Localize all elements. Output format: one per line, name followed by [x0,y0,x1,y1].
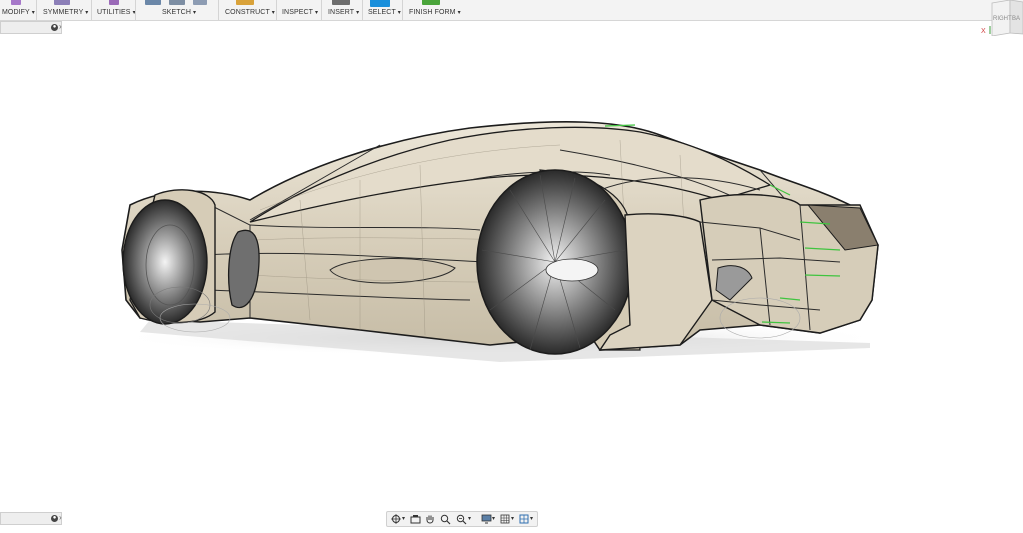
sketch-menu[interactable]: SKETCH ▾ [137,0,215,20]
toolbar-divider [91,0,92,20]
symmetry-menu[interactable]: SYMMETRY ▾ [38,0,90,20]
navigation-bar: ▾ ▾ ▾ ▾ ▾ [386,511,538,527]
modify-menu[interactable]: MODIFY ▾ [0,0,36,20]
sketch-label: SKETCH [162,9,191,16]
finish-form-label: FINISH FORM [409,9,456,16]
sketch-icon [145,0,161,5]
insert-label: INSERT [328,9,355,16]
utilities-label: UTILITIES [97,9,131,16]
zoom-dropdown-icon[interactable]: ▾ [468,515,471,522]
construct-label: CONSTRUCT [225,9,270,16]
display-dropdown-icon[interactable]: ▾ [492,515,495,522]
grid-settings-icon[interactable] [498,513,512,525]
select-arrow-icon [370,0,390,7]
insert-menu[interactable]: INSERT ▾ [323,0,361,20]
model-viewport[interactable] [0,20,1023,510]
comments-expand-icon: › [59,513,62,522]
comments-panel-toggle[interactable]: ● › [0,512,62,525]
finish-form-icon [422,0,440,5]
modify-icon [11,0,21,5]
toolbar-divider [402,0,403,20]
orbit-dropdown-icon[interactable]: ▾ [402,515,405,522]
viewports-dropdown-icon[interactable]: ▾ [530,515,533,522]
front-wheel [122,199,208,325]
select-menu[interactable]: SELECT ▾ [364,0,402,20]
utilities-icon [109,0,119,5]
inspect-label: INSPECT [282,9,313,16]
grid-dropdown-icon[interactable]: ▾ [511,515,514,522]
toolbar-divider [321,0,322,20]
viewports-icon[interactable] [517,513,531,525]
symmetry-label: SYMMETRY [43,9,84,16]
construct-plane-icon [236,0,254,5]
zoom-icon[interactable] [438,513,452,525]
symmetry-icon [54,0,70,5]
construct-menu[interactable]: CONSTRUCT ▾ [220,0,275,20]
insert-icon [332,0,350,5]
toolbar-divider [276,0,277,20]
modify-label: MODIFY [2,9,30,16]
toolbar-divider [218,0,219,20]
orbit-icon[interactable] [389,513,403,525]
pan-hand-icon[interactable] [423,513,437,525]
toolbar-divider [135,0,136,20]
sketch-line-icon [169,0,185,5]
rear-hub-cap [545,258,599,282]
toolbar-divider [36,0,37,20]
sketch-arc-icon [193,0,207,5]
utilities-menu[interactable]: UTILITIES ▾ [93,0,136,20]
display-settings-icon[interactable] [479,513,493,525]
finish-form-menu[interactable]: FINISH FORM ▾ [404,0,461,20]
top-toolbar: MODIFY ▾ SYMMETRY ▾ UTILITIES ▾ SKETCH ▾… [0,0,1023,21]
fit-zoom-icon[interactable] [454,513,468,525]
toolbar-divider [362,0,363,20]
look-at-icon[interactable] [408,513,422,525]
comments-pin-icon: ● [51,515,58,522]
inspect-menu[interactable]: INSPECT ▾ [278,0,320,20]
select-label: SELECT [368,9,396,16]
